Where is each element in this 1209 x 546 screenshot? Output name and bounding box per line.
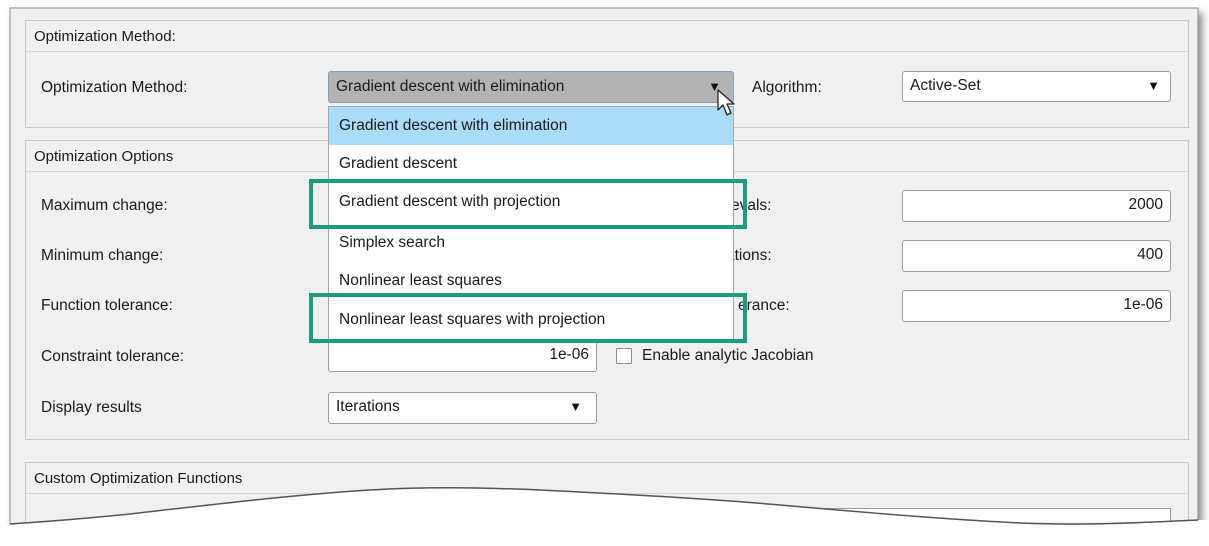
option-nonlinear-least-squares[interactable]: Nonlinear least squares — [329, 259, 733, 291]
max-iterations-field[interactable]: 400 — [902, 240, 1171, 272]
objective-function-field[interactable] — [328, 508, 1171, 522]
highlight-box-gradient-descent-with-projection — [309, 179, 747, 229]
optimization-method-selected-value: Gradient descent with elimination — [336, 78, 565, 95]
maximum-change-label: Maximum change: — [41, 197, 168, 214]
algorithm-dropdown[interactable]: Active-Set ▼ — [902, 71, 1171, 102]
algorithm-selected-value: Active-Set — [910, 77, 981, 94]
constraint-tolerance-label: Constraint tolerance: — [41, 348, 185, 365]
option-gradient-descent-with-elimination[interactable]: Gradient descent with elimination — [329, 107, 733, 145]
mouse-cursor-icon — [717, 89, 735, 116]
enable-analytic-jacobian-label: Enable analytic Jacobian — [642, 347, 814, 364]
minimum-change-label: Minimum change: — [41, 247, 164, 264]
optimization-method-dropdown[interactable]: Gradient descent with elimination ▼ — [328, 71, 734, 103]
function-tolerance-label: Function tolerance: — [41, 297, 173, 314]
chevron-down-icon: ▼ — [1147, 78, 1160, 93]
display-results-label: Display results — [41, 399, 142, 416]
optimization-method-label: Optimization Method: — [41, 79, 188, 96]
parameter-tolerance-field[interactable]: 1e-06 — [902, 290, 1171, 322]
optimization-method-panel-title: Optimization Method: — [26, 21, 1188, 52]
highlight-box-nonlinear-least-squares-with-projection — [309, 293, 747, 343]
constraint-tolerance-field[interactable]: 1e-06 — [328, 340, 597, 372]
option-gradient-descent[interactable]: Gradient descent — [329, 145, 733, 183]
algorithm-label: Algorithm: — [752, 79, 822, 96]
custom-optimization-functions-panel-title: Custom Optimization Functions — [26, 463, 1188, 494]
enable-analytic-jacobian-checkbox[interactable] — [616, 348, 632, 364]
display-results-dropdown[interactable]: Iterations ▼ — [328, 392, 597, 424]
chevron-down-icon: ▼ — [569, 399, 582, 414]
max-function-evals-field[interactable]: 2000 — [902, 190, 1171, 222]
display-results-selected-value: Iterations — [336, 398, 400, 415]
